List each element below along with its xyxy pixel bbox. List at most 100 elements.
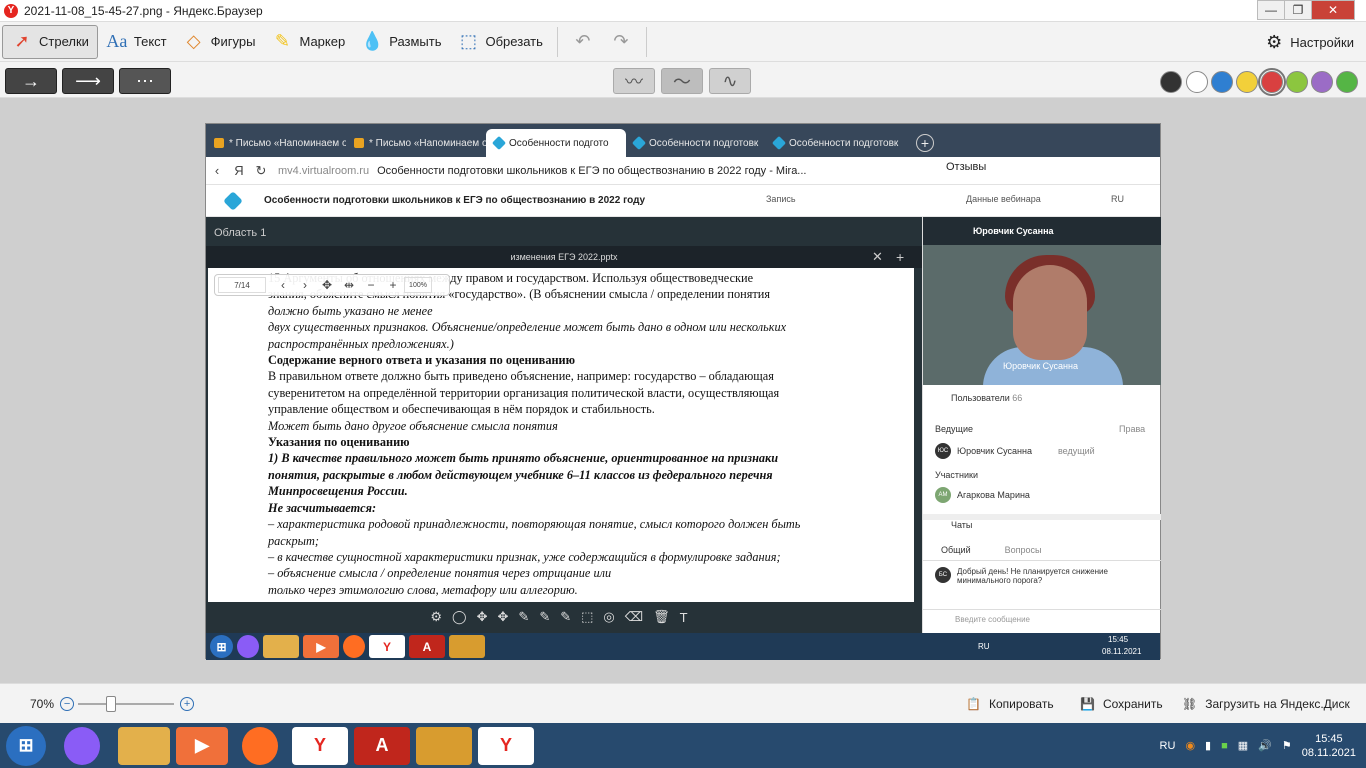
zoom-out-icon[interactable]: − — [360, 278, 382, 292]
color-swatch[interactable] — [1211, 71, 1233, 93]
line-thick-button[interactable]: ∿ — [709, 68, 751, 94]
draw-tool-icon[interactable]: ✎ — [539, 609, 550, 625]
chat-tab-general[interactable]: Общий — [941, 545, 971, 560]
volume-icon[interactable]: 🔊 — [1258, 739, 1272, 752]
zoom-slider-thumb[interactable] — [106, 695, 117, 712]
line-thin-button[interactable]: 〰 — [613, 68, 655, 94]
maximize-button[interactable]: ❐ — [1284, 0, 1312, 20]
yandex-browser-icon[interactable]: Y — [292, 726, 348, 765]
users-header[interactable]: Пользователи 66 — [923, 393, 1161, 403]
crop-tool-button[interactable]: ⬚ Обрезать — [450, 25, 551, 59]
blur-tool-button[interactable]: 💧 Размыть — [353, 25, 449, 59]
host-row[interactable]: ЮС Юровчик Сусанна ведущий — [923, 443, 1161, 459]
draw-tool-icon[interactable]: ⚙ — [430, 609, 442, 625]
undo-button[interactable]: ↶ — [564, 25, 602, 59]
color-swatch[interactable] — [1186, 71, 1208, 93]
draw-tool-icon[interactable]: ✎ — [518, 609, 529, 625]
draw-tool-icon[interactable]: ✥ — [477, 609, 488, 625]
folder-icon[interactable] — [263, 635, 299, 658]
zoom-in-icon[interactable]: + — [382, 278, 404, 292]
language-indicator[interactable]: RU — [1160, 740, 1176, 752]
draw-tool-icon[interactable]: ✥ — [498, 609, 509, 625]
line-medium-button[interactable]: 〜 — [661, 68, 703, 94]
browser-tab[interactable]: Особенности подготовк — [766, 129, 906, 157]
close-button[interactable]: ✕ — [1311, 0, 1355, 20]
browser-tab[interactable]: * Письмо «Напоминаем о — [346, 129, 486, 157]
color-swatch[interactable] — [1311, 71, 1333, 93]
next-page-icon[interactable]: › — [294, 278, 316, 292]
signal-icon[interactable]: ▮ — [1205, 739, 1211, 752]
yandex-icon[interactable]: Y — [369, 635, 405, 658]
app-icon[interactable] — [416, 726, 472, 765]
draw-tool-icon[interactable]: ✎ — [560, 609, 571, 625]
zoom-slider[interactable] — [78, 695, 175, 712]
browser-tab[interactable]: * Письмо «Напоминаем о — [206, 129, 346, 157]
participant-row[interactable]: АМ Агаркова Марина — [923, 487, 1161, 503]
settings-button[interactable]: ⚙ Настройки — [1266, 22, 1354, 62]
add-file-icon[interactable]: + — [896, 246, 904, 268]
zoom-out-button[interactable]: − — [60, 696, 75, 711]
shapes-tool-button[interactable]: ◇ Фигуры — [175, 25, 264, 59]
prev-page-icon[interactable]: ‹ — [272, 278, 294, 292]
color-swatch[interactable] — [1160, 71, 1182, 93]
page-indicator[interactable]: 7/14 — [218, 277, 266, 293]
chat-input[interactable]: Введите сообщение — [923, 609, 1161, 633]
explorer-icon[interactable] — [118, 726, 170, 765]
media-player-icon[interactable]: ▶ — [176, 726, 228, 765]
zoom-in-button[interactable]: + — [180, 696, 195, 711]
acrobat-icon[interactable]: A — [354, 726, 410, 765]
reviews-button[interactable]: Отзывы — [946, 161, 986, 173]
copy-button[interactable]: 📋 Копировать — [966, 697, 1054, 711]
yandex-browser-icon[interactable]: Y — [478, 726, 534, 765]
browser-tab-active[interactable]: Особенности подгото — [486, 129, 626, 157]
fit-icon[interactable]: ✥ — [316, 278, 338, 292]
new-tab-button[interactable]: + — [916, 134, 934, 152]
arrows-tool-button[interactable]: ➚ Стрелки — [2, 24, 98, 59]
language-selector[interactable]: RU — [1111, 194, 1124, 204]
close-file-icon[interactable]: ✕ — [872, 246, 883, 268]
marker-tool-button[interactable]: ✎ Маркер — [263, 25, 353, 59]
draw-tool-icon[interactable]: T — [680, 610, 688, 625]
media-icon[interactable]: ▶ — [303, 635, 339, 658]
clock[interactable]: 15:45 08.11.2021 — [1302, 733, 1356, 759]
arrow-style-3-button[interactable]: ⋯ — [119, 68, 171, 94]
tray-app-icon[interactable]: ◉ — [1185, 739, 1195, 752]
record-button[interactable]: Запись — [766, 194, 796, 204]
color-swatch[interactable] — [1258, 68, 1286, 96]
webinar-data-button[interactable]: Данные вебинара — [966, 194, 1041, 204]
yandex-icon[interactable]: Я — [228, 163, 250, 178]
redo-button[interactable]: ↷ — [602, 25, 640, 59]
start-icon[interactable]: ⊞ — [210, 635, 233, 658]
upload-button[interactable]: ⛓ Загрузить на Яндекс.Диск — [1182, 697, 1350, 711]
draw-tool-icon[interactable]: ◎ — [603, 609, 614, 625]
arrow-style-2-button[interactable]: ⟶ — [62, 68, 114, 94]
arrow-style-1-button[interactable]: → — [5, 68, 57, 94]
minimize-button[interactable]: — — [1257, 0, 1285, 20]
acrobat-icon[interactable]: A — [409, 635, 445, 658]
draw-tool-icon[interactable]: ⌫ — [625, 609, 643, 625]
draw-tool-icon[interactable]: ⬚ — [581, 609, 593, 625]
app-icon[interactable] — [449, 635, 485, 658]
browser-tab[interactable]: Особенности подготовк — [626, 129, 766, 157]
tray-icon[interactable]: ▦ — [1238, 739, 1248, 752]
flag-icon[interactable]: ⚑ — [1282, 739, 1292, 752]
text-tool-button[interactable]: Aa Текст — [98, 25, 175, 59]
tray-icon[interactable]: ■ — [1221, 740, 1228, 752]
fit-width-icon[interactable]: ⇹ — [338, 278, 360, 292]
save-button[interactable]: 💾 Сохранить — [1080, 697, 1163, 711]
reload-icon[interactable]: ↻ — [250, 163, 272, 179]
draw-tool-icon[interactable]: ◯ — [452, 609, 467, 625]
alice-icon[interactable] — [64, 726, 100, 765]
back-icon[interactable]: ‹ — [206, 163, 228, 178]
start-button[interactable]: ⊞ — [6, 725, 46, 766]
color-swatch[interactable] — [1286, 71, 1308, 93]
color-swatch[interactable] — [1236, 71, 1258, 93]
draw-tool-icon[interactable]: 🗑 — [653, 609, 670, 625]
language-indicator[interactable]: RU — [978, 642, 990, 651]
url-domain[interactable]: mv4.virtualroom.ru — [278, 165, 369, 177]
color-swatch[interactable] — [1336, 71, 1358, 93]
firefox-icon[interactable] — [242, 726, 278, 765]
alice-icon[interactable] — [237, 635, 259, 658]
firefox-icon[interactable] — [343, 635, 365, 658]
chat-tab-questions[interactable]: Вопросы — [1005, 545, 1042, 560]
